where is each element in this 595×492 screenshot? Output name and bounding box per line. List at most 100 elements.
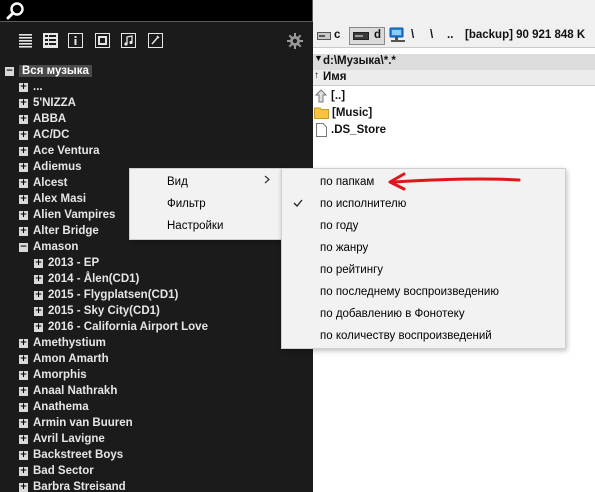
- root-separator[interactable]: \: [411, 29, 414, 41]
- expand-icon[interactable]: +: [34, 322, 43, 332]
- expand-icon[interactable]: +: [19, 402, 28, 412]
- expand-icon[interactable]: +: [19, 226, 28, 236]
- menu-item-settings[interactable]: Настройки: [167, 216, 223, 236]
- tree-subitem[interactable]: +2016 - California Airport Love: [34, 319, 208, 335]
- menu-item-filter[interactable]: Фильтр: [167, 194, 206, 214]
- search-icon[interactable]: [6, 1, 26, 21]
- submenu-item-by-year[interactable]: по году: [320, 215, 358, 237]
- expand-icon[interactable]: +: [19, 354, 28, 364]
- file-row[interactable]: [..]: [313, 87, 345, 104]
- submenu-item-by-genre[interactable]: по жанру: [320, 237, 368, 259]
- expand-icon[interactable]: +: [19, 146, 28, 156]
- tree-item[interactable]: + Alter Bridge: [19, 223, 99, 239]
- expand-icon[interactable]: +: [19, 114, 28, 124]
- tree-subitem[interactable]: +2013 - EP: [34, 255, 99, 271]
- sort-arrow-icon: ↑: [314, 70, 319, 81]
- submenu-arrow-icon: [264, 175, 270, 184]
- tree-item[interactable]: +...: [19, 79, 43, 95]
- drive-d-label: d: [374, 29, 382, 41]
- expand-icon[interactable]: +: [19, 178, 28, 188]
- tree-subitem[interactable]: +2015 - Flygplatsen(CD1): [34, 287, 178, 303]
- expand-icon[interactable]: +: [19, 434, 28, 444]
- tree-item[interactable]: +5'NIZZA: [19, 95, 76, 111]
- tree-item-amason[interactable]: − Amason: [19, 239, 78, 255]
- expand-icon[interactable]: +: [19, 194, 28, 204]
- tree-subitem[interactable]: +2015 - Sky City(CD1): [34, 303, 160, 319]
- file-icon: [316, 122, 327, 137]
- expand-icon[interactable]: +: [19, 210, 28, 220]
- gear-icon[interactable]: [287, 33, 303, 49]
- submenu-item-by-folders[interactable]: по папкам: [320, 171, 374, 193]
- submenu-item-by-play-count[interactable]: по количеству воспроизведений: [320, 325, 492, 347]
- parent-dir-button[interactable]: ..: [447, 29, 453, 41]
- tree-subitem[interactable]: +2014 - Ålen(CD1): [34, 271, 139, 287]
- tree-item[interactable]: + Alien Vampires: [19, 207, 115, 223]
- tree-item[interactable]: + Alex Masi: [19, 191, 86, 207]
- tree-item[interactable]: + Amethystium: [19, 335, 106, 351]
- column-name-label: Имя: [323, 71, 347, 83]
- tree-item[interactable]: + Adiemus: [19, 159, 82, 175]
- file-row[interactable]: .DS_Store: [313, 121, 386, 138]
- submenu-item-by-artist[interactable]: по исполнителю: [320, 193, 406, 215]
- edit-icon[interactable]: [148, 33, 163, 48]
- music-file-icon[interactable]: [121, 33, 136, 48]
- submenu-item-by-date-added[interactable]: по добавлению в Фонотеку: [320, 303, 465, 325]
- expand-icon[interactable]: +: [19, 450, 28, 460]
- expand-icon[interactable]: +: [19, 82, 28, 92]
- expand-icon[interactable]: +: [34, 258, 43, 268]
- network-drive-icon[interactable]: [389, 27, 407, 44]
- collapse-icon[interactable]: −: [19, 242, 28, 252]
- submenu-item-by-rating[interactable]: по рейтингу: [320, 259, 383, 281]
- path-bar[interactable]: ▼ d:\Музыка\*.*: [313, 53, 595, 70]
- tree-item[interactable]: + Barbra Streisand: [19, 479, 126, 492]
- list-view-icon[interactable]: [18, 33, 33, 48]
- expand-icon[interactable]: +: [19, 466, 28, 476]
- tree-item[interactable]: + Armin van Buuren: [19, 415, 133, 431]
- folder-icon: [314, 107, 329, 119]
- expand-icon[interactable]: +: [19, 162, 28, 172]
- info-icon[interactable]: [68, 33, 83, 48]
- current-path: d:\Музыка\*.*: [323, 55, 396, 67]
- expand-icon[interactable]: +: [34, 290, 43, 300]
- dropdown-arrow-icon[interactable]: ▼: [314, 53, 323, 63]
- tree-item[interactable]: + Alcest: [19, 175, 68, 191]
- tree-root[interactable]: − Вся музыка: [5, 63, 92, 79]
- tree-item[interactable]: + Avril Lavigne: [19, 431, 105, 447]
- expand-icon[interactable]: +: [19, 418, 28, 428]
- tree-item[interactable]: + Bad Sector: [19, 463, 94, 479]
- tree-item[interactable]: + AC/DC: [19, 127, 69, 143]
- file-row[interactable]: [Music]: [313, 104, 372, 121]
- drive-icon[interactable]: [317, 32, 331, 40]
- drive-d-button[interactable]: d: [349, 27, 385, 45]
- tree-item[interactable]: + Ace Ventura: [19, 143, 99, 159]
- expand-icon[interactable]: +: [19, 370, 28, 380]
- expand-icon[interactable]: +: [34, 274, 43, 284]
- tree-item[interactable]: + Amorphis: [19, 367, 87, 383]
- expand-icon[interactable]: +: [19, 98, 28, 108]
- submenu-item-by-last-played[interactable]: по последнему воспроизведению: [320, 281, 499, 303]
- expand-icon[interactable]: +: [19, 386, 28, 396]
- tree-item[interactable]: + Anathema: [19, 399, 89, 415]
- collapse-icon[interactable]: −: [5, 66, 14, 76]
- annotation-arrow-icon: [388, 172, 521, 191]
- expand-icon[interactable]: +: [34, 306, 43, 316]
- expand-icon[interactable]: +: [19, 338, 28, 348]
- drive-c-button[interactable]: c: [334, 29, 340, 41]
- tree-item[interactable]: + Anaal Nathrakh: [19, 383, 117, 399]
- menu-item-view[interactable]: Вид: [167, 172, 188, 192]
- tree-item[interactable]: + ABBA: [19, 111, 66, 127]
- drive-icon: [353, 32, 369, 40]
- root-separator-2[interactable]: \: [430, 29, 433, 41]
- expand-icon[interactable]: +: [19, 482, 28, 492]
- detail-view-icon[interactable]: [43, 33, 58, 48]
- drive-bar: c d \ \ .. [backup] 90 921 848 K: [313, 24, 595, 48]
- tree-item[interactable]: + Amon Amarth: [19, 351, 109, 367]
- expand-icon[interactable]: +: [19, 130, 28, 140]
- tree-item[interactable]: + Backstreet Boys: [19, 447, 123, 463]
- context-menu: Вид Фильтр Настройки: [129, 168, 284, 240]
- image-icon[interactable]: [95, 33, 110, 48]
- search-bar[interactable]: [0, 0, 313, 22]
- view-toolbar: [0, 30, 313, 54]
- top-strip: [313, 0, 595, 24]
- column-header-name[interactable]: ↑ Имя: [313, 70, 595, 86]
